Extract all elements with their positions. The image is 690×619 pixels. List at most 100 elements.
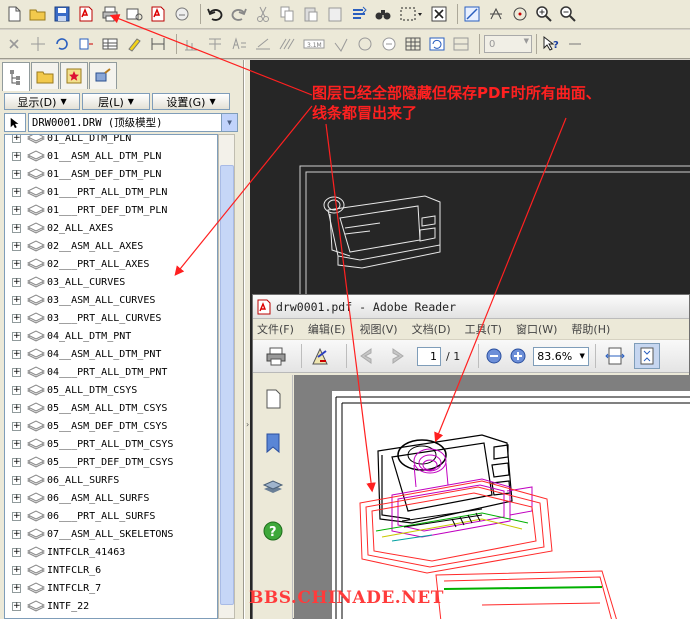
tree-row[interactable]: +05__ASM_ALL_DTM_CSYS [5, 399, 217, 417]
expand-icon[interactable]: + [12, 205, 21, 215]
tree-row[interactable]: + INTF_22 [5, 597, 217, 615]
baseline-button[interactable] [205, 34, 225, 54]
expand-icon[interactable]: + [12, 151, 21, 161]
switch-sheet-button[interactable] [76, 34, 96, 54]
export-pdf2-button[interactable] [148, 4, 168, 24]
expand-icon[interactable]: + [12, 439, 21, 449]
tree-row[interactable]: + INTFCLR_41463 [5, 543, 217, 561]
balloon-button[interactable] [379, 34, 399, 54]
expand-icon[interactable]: + [12, 367, 21, 377]
datum-button[interactable]: 3.1M [301, 34, 327, 54]
menu-edit[interactable]: 编辑(E) [308, 321, 346, 337]
expand-icon[interactable]: + [12, 583, 21, 593]
open-button[interactable] [28, 4, 48, 24]
zoom-out-button[interactable] [485, 343, 503, 369]
expand-icon[interactable]: + [12, 457, 21, 467]
reader-document-area[interactable] [294, 375, 690, 619]
tree-row[interactable]: +01___PRT_DEF_DTM_PLN [5, 201, 217, 219]
save-button[interactable] [52, 4, 72, 24]
menu-file[interactable]: 文件(F) [257, 321, 294, 337]
surface-finish-button[interactable] [331, 34, 351, 54]
expand-icon[interactable]: + [12, 331, 21, 341]
tree-row[interactable]: +05___PRT_ALL_DTM_CSYS [5, 435, 217, 453]
tree-scrollbar[interactable] [218, 134, 235, 619]
expand-icon[interactable]: + [12, 493, 21, 503]
show-menu[interactable]: 显示(D) ▼ [4, 93, 80, 110]
fit-page-button[interactable] [634, 343, 661, 369]
expand-icon[interactable]: + [12, 475, 21, 485]
grid-table-button[interactable] [403, 34, 423, 54]
hatch-button[interactable] [277, 34, 297, 54]
tab-folders[interactable] [31, 62, 59, 89]
tab-connections[interactable] [89, 62, 117, 89]
select-model-button[interactable] [4, 113, 26, 132]
tolerance-button[interactable] [253, 34, 273, 54]
tree-row[interactable]: +02___PRT_ALL_AXES [5, 255, 217, 273]
move-button[interactable] [28, 34, 48, 54]
expand-icon[interactable]: + [12, 277, 21, 287]
tree-row[interactable]: +02_ALL_AXES [5, 219, 217, 237]
paste-special-button[interactable] [325, 4, 345, 24]
export-pdf-button[interactable] [76, 4, 96, 24]
scroll-thumb[interactable] [220, 165, 234, 605]
numeric-field[interactable]: 0 ▼ [484, 35, 532, 53]
expand-icon[interactable]: + [12, 601, 21, 611]
expand-icon[interactable]: + [12, 529, 21, 539]
zoom-in-button[interactable] [509, 343, 527, 369]
expand-icon[interactable]: + [12, 547, 21, 557]
tree-row[interactable]: +INTF_24 [5, 615, 217, 618]
tab-model-tree[interactable] [2, 62, 30, 91]
expand-icon[interactable]: + [12, 223, 21, 233]
spin-center-button[interactable] [510, 4, 530, 24]
expand-icon[interactable]: + [12, 259, 21, 269]
select-box-button[interactable] [397, 4, 425, 24]
new-file-button[interactable] [4, 4, 24, 24]
tab-favorites[interactable] [60, 62, 88, 89]
send-mail-button[interactable] [124, 4, 144, 24]
collapse-arrow-icon[interactable]: › [246, 420, 249, 429]
expand-icon[interactable]: + [12, 511, 21, 521]
tree-row[interactable]: + 01_ALL_DTM_PLN [5, 135, 217, 147]
tree-row[interactable]: +05___PRT_DEF_DTM_CSYS [5, 453, 217, 471]
next-page-button[interactable] [385, 343, 411, 369]
tree-row[interactable]: +01__ASM_DEF_DTM_PLN [5, 165, 217, 183]
tree-row[interactable]: +05_ALL_DTM_CSYS [5, 381, 217, 399]
expand-icon[interactable]: + [12, 241, 21, 251]
paste-button[interactable] [301, 4, 321, 24]
regenerate-button[interactable] [349, 4, 369, 24]
ordinate-button[interactable] [181, 34, 201, 54]
highlight-button[interactable] [124, 34, 144, 54]
menu-window[interactable]: 窗口(W) [516, 321, 557, 337]
previous-page-button[interactable] [353, 343, 379, 369]
pages-panel-button[interactable] [261, 387, 285, 411]
update-table-button[interactable] [427, 34, 447, 54]
expand-icon[interactable]: + [12, 403, 21, 413]
tree-row[interactable]: +07__ASM_ALL_SKELETONS [5, 525, 217, 543]
cut-button[interactable] [253, 4, 273, 24]
expand-icon[interactable]: + [12, 385, 21, 395]
reader-sign-button[interactable] [308, 343, 334, 369]
tree-row[interactable]: +04_ALL_DTM_PNT [5, 327, 217, 345]
fit-width-button[interactable] [602, 343, 628, 369]
model-select[interactable]: DRW0001.DRW (顶级模型) ▼ [28, 113, 238, 132]
page-number-input[interactable]: 1 [417, 346, 441, 366]
copy-button[interactable] [277, 4, 297, 24]
help-panel-button[interactable]: ? [261, 519, 285, 543]
expand-icon[interactable]: + [12, 187, 21, 197]
tree-row[interactable]: + INTFCLR_6 [5, 561, 217, 579]
redraw-button[interactable] [52, 34, 72, 54]
close-window-button[interactable] [429, 4, 449, 24]
tree-row[interactable]: +06___PRT_ALL_SURFS [5, 507, 217, 525]
tree-row[interactable]: +01___PRT_ALL_DTM_PLN [5, 183, 217, 201]
tree-row[interactable]: +03___PRT_ALL_CURVES [5, 309, 217, 327]
delete-button[interactable] [4, 34, 24, 54]
tree-row[interactable]: + INTFCLR_7 [5, 579, 217, 597]
zoom-out-button[interactable] [558, 4, 578, 24]
zoom-select[interactable]: 83.6% ▼ [533, 346, 590, 366]
expand-icon[interactable]: + [12, 135, 21, 143]
note-button[interactable] [229, 34, 249, 54]
zoom-in-button[interactable] [534, 4, 554, 24]
more-button[interactable] [565, 34, 585, 54]
dimension-button[interactable] [148, 34, 168, 54]
connect-button[interactable] [172, 4, 192, 24]
